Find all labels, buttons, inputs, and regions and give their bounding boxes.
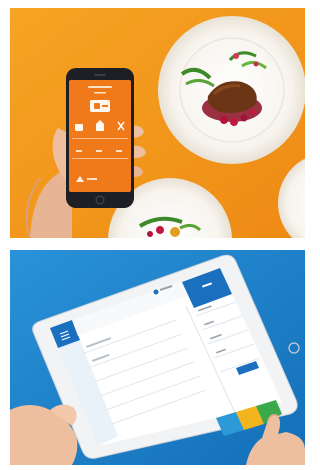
user-icon xyxy=(153,289,159,295)
phone-screen xyxy=(69,80,131,192)
phone-food-ordering-photo xyxy=(10,8,305,238)
smartphone xyxy=(66,68,134,208)
tablet-pos-photo xyxy=(10,250,305,465)
left-hand xyxy=(10,404,78,465)
main-dinner-plate xyxy=(158,16,305,164)
tablet-photo-illustration xyxy=(10,250,305,465)
menu-icon xyxy=(75,124,83,131)
phone-photo-illustration xyxy=(10,8,305,238)
